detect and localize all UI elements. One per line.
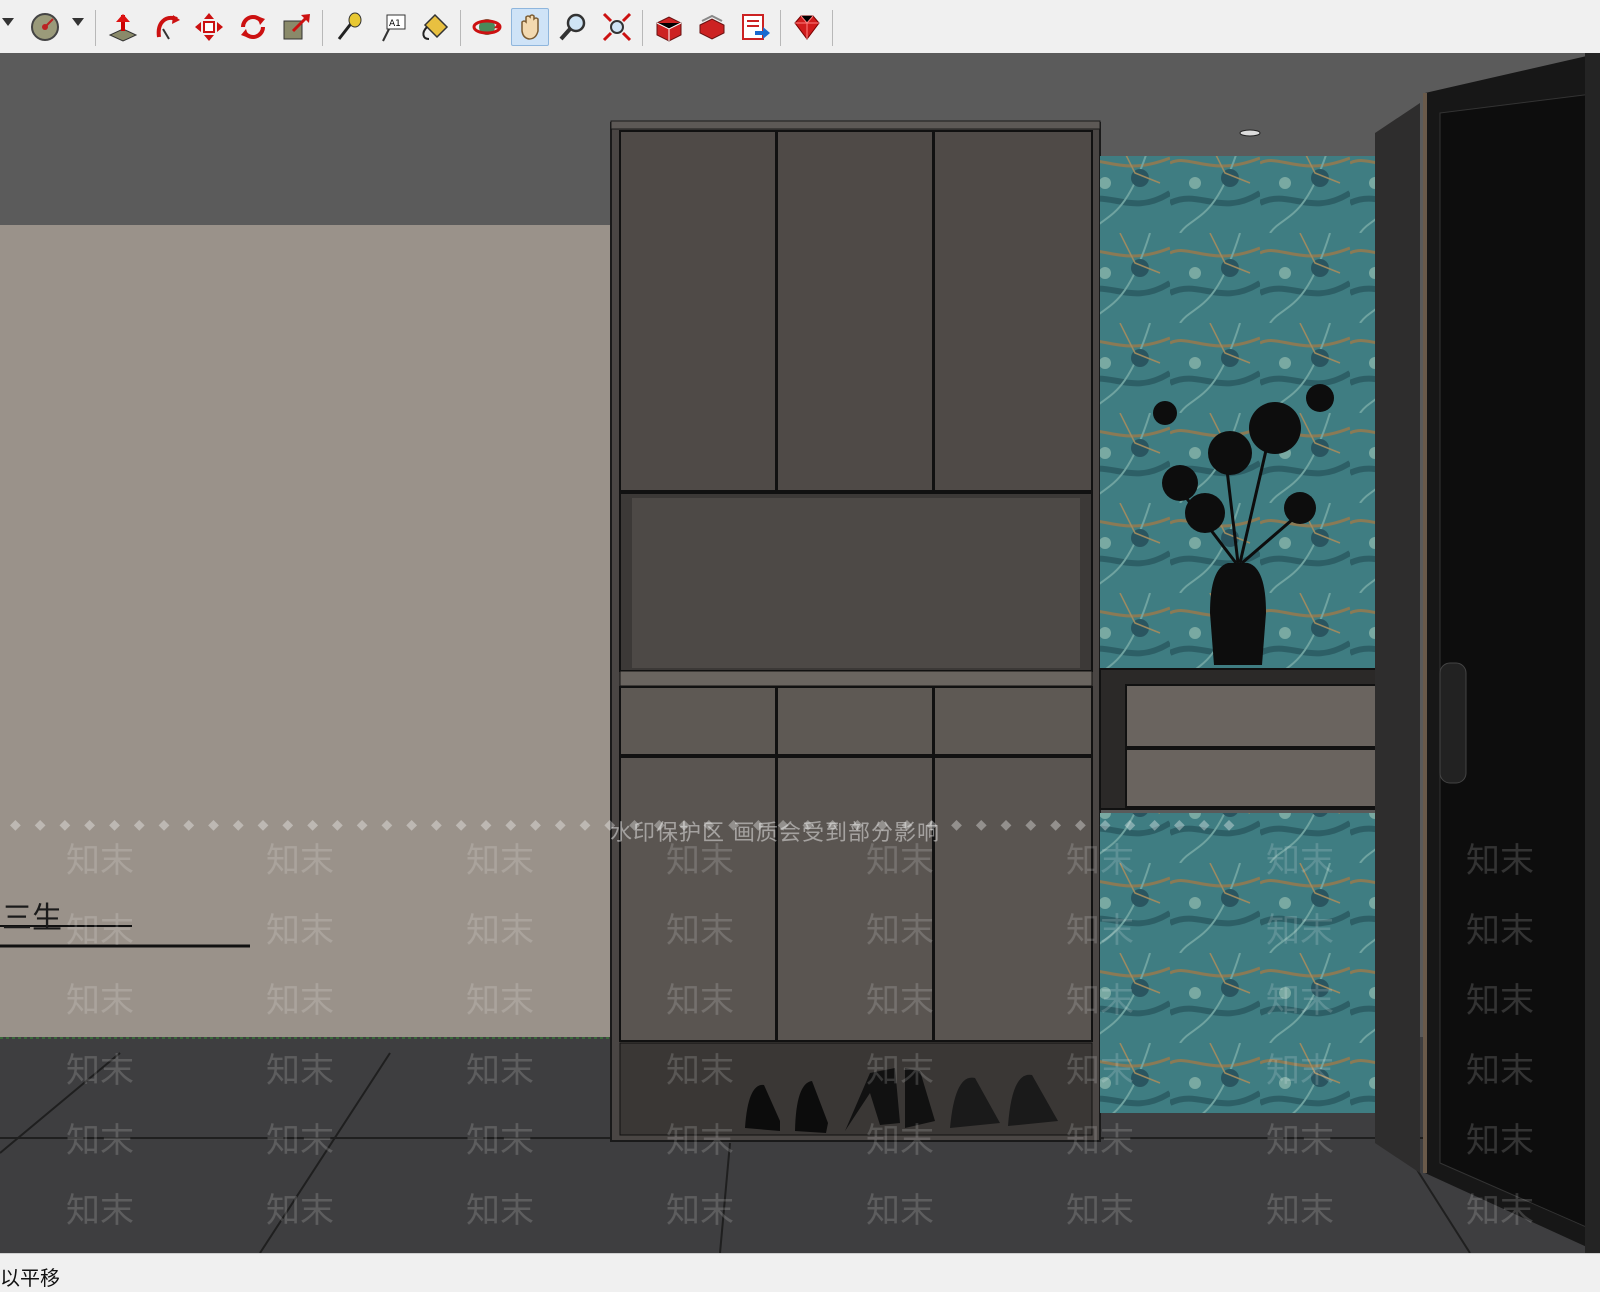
move-icon[interactable] [190,8,228,46]
rotate-icon[interactable] [234,8,272,46]
export-icon[interactable] [736,8,774,46]
position-camera-icon[interactable] [26,8,64,46]
pan-icon[interactable] [511,8,549,46]
orbit-icon[interactable] [468,8,506,46]
push-pull-icon[interactable] [104,8,142,46]
share-model-icon[interactable] [693,8,731,46]
ruby-icon[interactable] [788,8,826,46]
3d-viewport[interactable]: ◆◆◆◆◆◆◆◆◆◆◆◆◆◆◆◆◆◆◆◆◆◆◆◆◆◆◆◆◆◆◆◆◆◆◆◆◆◆◆◆… [0,53,1600,1253]
camera-dropdown[interactable] [72,18,84,26]
tool-dropdown-left[interactable] [2,18,14,26]
tape-measure-icon[interactable] [330,8,368,46]
paint-bucket-icon[interactable] [416,8,454,46]
status-bar: 以平移 [0,1253,1600,1292]
text-tool-label: A1 [389,19,401,29]
zoom-icon[interactable] [554,8,592,46]
scene-canvas [0,53,1600,1253]
scale-icon[interactable] [278,8,316,46]
zoom-extents-icon[interactable] [598,8,636,46]
text-icon[interactable]: A1 [374,8,412,46]
wall-sign-text: 三生 [2,901,62,936]
toolbar: A1 [0,0,1600,54]
warehouse-icon[interactable] [650,8,688,46]
status-text: 以平移 [0,1266,60,1290]
watermark-banner: 水印保护区 画质会受到部分影响 [610,821,940,846]
follow-me-icon[interactable] [148,8,186,46]
